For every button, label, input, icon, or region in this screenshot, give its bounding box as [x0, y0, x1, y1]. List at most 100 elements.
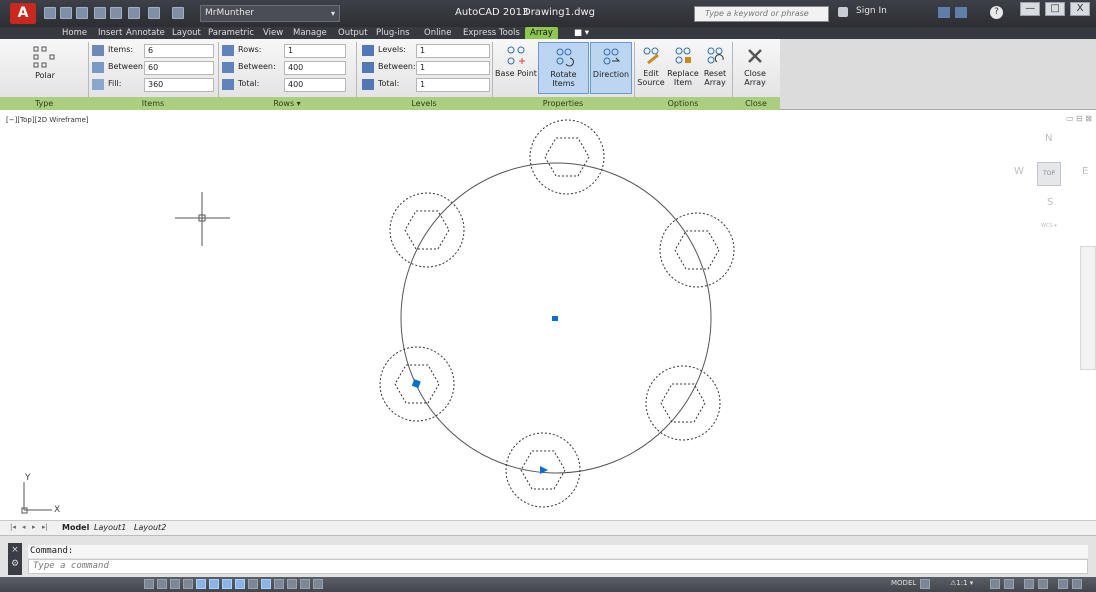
transparency-icon[interactable]	[287, 579, 297, 589]
clean-screen-icon[interactable]	[1072, 579, 1082, 589]
prev-layout-icon[interactable]: ◂	[22, 523, 30, 532]
lineweight-icon[interactable]	[274, 579, 284, 589]
open-icon[interactable]	[60, 7, 72, 19]
rows-total-input[interactable]: 400	[284, 78, 346, 92]
exchange-icon[interactable]	[938, 7, 950, 18]
ribbon-minimize-icon[interactable]: ■ ▾	[574, 27, 589, 39]
new-icon[interactable]	[44, 7, 56, 19]
first-layout-icon[interactable]: |◂	[10, 523, 18, 532]
quick-properties-icon[interactable]	[300, 579, 310, 589]
model-space-toggle[interactable]: MODEL	[891, 579, 916, 587]
levels-between-input[interactable]: 1	[416, 61, 490, 75]
levels-total-input[interactable]: 1	[416, 78, 490, 92]
workspace-switching-icon[interactable]	[1024, 579, 1034, 589]
sign-in-button[interactable]: Sign In	[856, 6, 887, 16]
tab-express-tools[interactable]: Express Tools	[463, 27, 520, 39]
object-snap-tracking-icon[interactable]	[235, 579, 245, 589]
application-menu-button[interactable]: A	[10, 3, 36, 24]
binoculars-icon[interactable]	[838, 7, 848, 17]
save-as-icon[interactable]	[94, 7, 106, 19]
array-item[interactable]	[529, 119, 605, 195]
redo-icon[interactable]	[172, 7, 184, 19]
tab-output[interactable]: Output	[338, 27, 368, 39]
isolate-objects-icon[interactable]	[1058, 579, 1068, 589]
drawing-canvas[interactable]: Y X	[0, 110, 1096, 520]
reset-array-button[interactable]: Reset Array	[700, 42, 730, 94]
ortho-mode-icon[interactable]	[183, 579, 193, 589]
close-icon[interactable]: ×	[11, 545, 19, 555]
undo-icon[interactable]	[148, 7, 160, 19]
dynamic-input-icon[interactable]	[261, 579, 271, 589]
wrench-icon[interactable]: ⚙	[11, 559, 19, 569]
next-layout-icon[interactable]: ▸	[32, 523, 40, 532]
tab-manage[interactable]: Manage	[293, 27, 327, 39]
infer-constraints-icon[interactable]	[144, 579, 154, 589]
viewcube-south[interactable]: S	[1047, 197, 1053, 208]
save-icon[interactable]	[76, 7, 88, 19]
viewcube-top-face[interactable]: TOP	[1037, 162, 1061, 186]
close-button[interactable]: X	[1070, 2, 1090, 16]
object-snap-icon[interactable]	[209, 579, 219, 589]
edit-source-button[interactable]: Edit Source	[636, 42, 666, 94]
rows-between-input[interactable]: 400	[284, 61, 346, 75]
viewport-controls-label[interactable]: [−][Top][2D Wireframe]	[6, 116, 89, 124]
items-count-input[interactable]: 6	[144, 44, 214, 58]
selection-cycling-icon[interactable]	[313, 579, 323, 589]
workspace-dropdown[interactable]: MrMunther ▾	[200, 5, 340, 22]
levels-count-input[interactable]: 1	[416, 44, 490, 58]
tab-home[interactable]: Home	[62, 27, 87, 39]
base-point-button[interactable]: Base Point	[494, 42, 538, 94]
tab-model[interactable]: Model	[62, 523, 89, 532]
direction-button[interactable]: Direction	[590, 42, 632, 94]
polar-button[interactable]: Polar	[22, 42, 68, 94]
print-icon[interactable]	[128, 7, 140, 19]
array-item[interactable]	[659, 212, 735, 288]
viewcube[interactable]: N W E S TOP WCS ▾	[1010, 133, 1096, 233]
plot-icon[interactable]	[110, 7, 122, 19]
quick-view-layouts-icon[interactable]	[920, 579, 930, 589]
center-grip[interactable]	[552, 316, 558, 321]
rotate-items-button[interactable]: Rotate Items	[538, 42, 589, 94]
polar-tracking-icon[interactable]	[196, 579, 206, 589]
array-item[interactable]	[645, 365, 721, 441]
tab-online[interactable]: Online	[424, 27, 451, 39]
tab-plug-ins[interactable]: Plug-ins	[376, 27, 410, 39]
tab-layout1[interactable]: Layout1	[94, 523, 126, 532]
viewport-window-controls[interactable]: ▭ ⊟ ⊠	[1066, 114, 1092, 123]
annotation-visibility-icon[interactable]	[990, 579, 1000, 589]
panel-title-rows[interactable]: Rows ▾	[218, 97, 356, 110]
command-line-input[interactable]: Type a command	[28, 559, 1088, 574]
dynamic-ucs-icon[interactable]	[248, 579, 258, 589]
tab-parametric[interactable]: Parametric	[208, 27, 254, 39]
items-between-input[interactable]: 60	[144, 61, 214, 75]
wcs-menu[interactable]: WCS ▾	[1041, 223, 1057, 229]
close-array-button[interactable]: Close Array	[733, 42, 777, 94]
tab-layout[interactable]: Layout	[172, 27, 201, 39]
navigation-bar[interactable]	[1080, 246, 1096, 370]
tab-view[interactable]: View	[263, 27, 283, 39]
minimize-button[interactable]: —	[1020, 2, 1041, 16]
tab-insert[interactable]: Insert	[98, 27, 122, 39]
annotation-scale-dropdown[interactable]: ⚠1:1 ▾	[950, 579, 973, 587]
viewcube-west[interactable]: W	[1014, 166, 1024, 177]
base-point-grip[interactable]	[411, 379, 421, 389]
tab-layout2[interactable]: Layout2	[134, 523, 166, 532]
command-window-handle[interactable]: × ⚙	[8, 543, 22, 575]
viewcube-east[interactable]: E	[1082, 166, 1088, 177]
tab-array[interactable]: Array	[525, 27, 558, 39]
tab-annotate[interactable]: Annotate	[126, 27, 165, 39]
auto-scale-icon[interactable]	[1004, 579, 1014, 589]
search-input[interactable]: Type a keyword or phrase	[694, 6, 829, 22]
restore-button[interactable]: □	[1045, 2, 1066, 16]
viewcube-north[interactable]: N	[1045, 133, 1052, 144]
rows-count-input[interactable]: 1	[284, 44, 346, 58]
lock-ui-icon[interactable]	[1038, 579, 1048, 589]
autodesk-icon[interactable]	[955, 7, 967, 18]
3d-object-snap-icon[interactable]	[222, 579, 232, 589]
snap-mode-icon[interactable]	[157, 579, 167, 589]
items-fill-input[interactable]: 360	[144, 78, 214, 92]
help-icon[interactable]: ?	[990, 6, 1003, 19]
grid-display-icon[interactable]	[170, 579, 180, 589]
array-item[interactable]	[389, 192, 465, 268]
replace-item-button[interactable]: Replace Item	[666, 42, 700, 94]
